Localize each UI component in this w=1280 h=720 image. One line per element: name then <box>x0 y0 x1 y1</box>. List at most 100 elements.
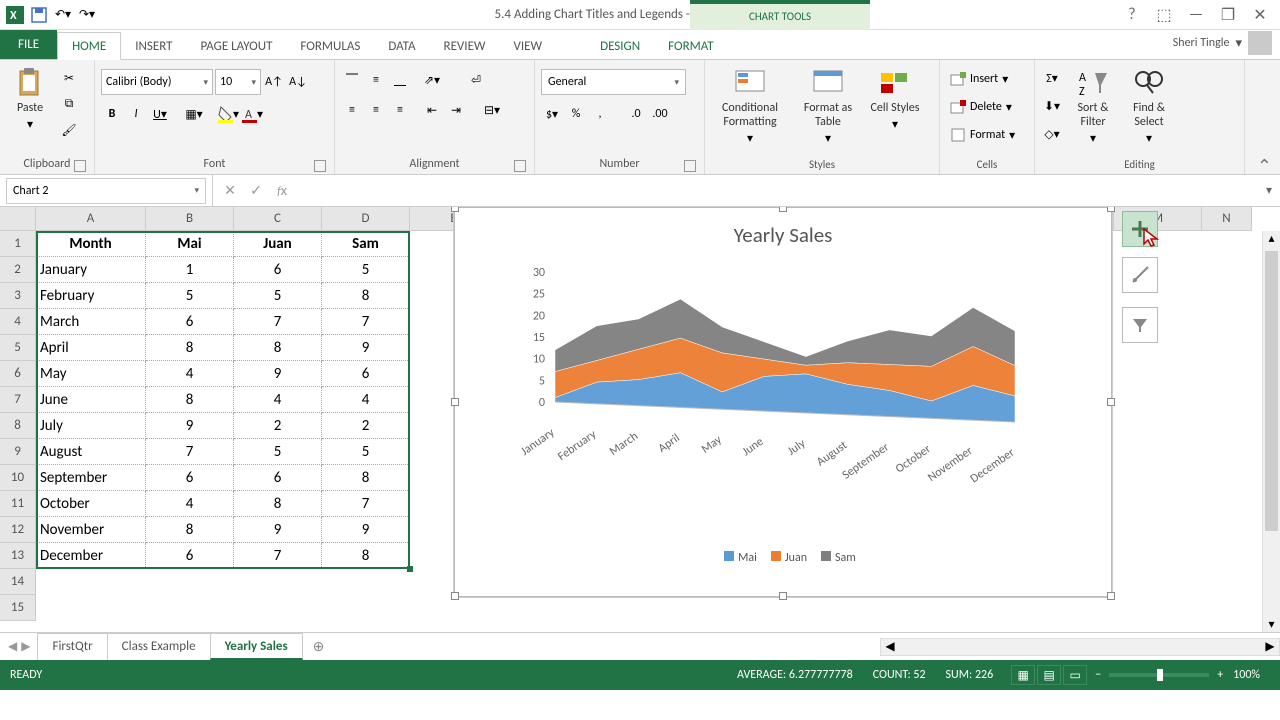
cell[interactable]: April <box>36 335 146 361</box>
chart-handle[interactable] <box>1107 207 1115 212</box>
fx-icon[interactable]: fx <box>273 182 291 199</box>
cell[interactable]: 8 <box>146 387 234 413</box>
shrink-font-icon[interactable]: A↓ <box>287 71 309 93</box>
tab-home[interactable]: HOME <box>57 32 121 60</box>
cell[interactable]: November <box>36 517 146 543</box>
cell[interactable]: 7 <box>322 309 410 335</box>
column-header[interactable]: B <box>146 207 234 231</box>
fill-icon[interactable]: ⬇▾ <box>1041 95 1063 117</box>
increase-decimal-icon[interactable]: .0 <box>625 103 647 125</box>
cell[interactable]: 8 <box>234 335 322 361</box>
cell[interactable]: September <box>36 465 146 491</box>
row-header[interactable]: 2 <box>0 257 36 283</box>
align-dialog-launcher[interactable] <box>514 160 526 172</box>
cell[interactable]: Sam <box>322 231 410 257</box>
tab-insert[interactable]: INSERT <box>121 33 186 59</box>
vertical-scrollbar[interactable]: ▴ ▾ <box>1262 231 1280 632</box>
chart-handle[interactable] <box>451 207 459 212</box>
chart-elements-button[interactable] <box>1122 211 1158 247</box>
row-header[interactable]: 15 <box>0 595 36 621</box>
chart-handle[interactable] <box>1107 592 1115 600</box>
decrease-indent-icon[interactable]: ⇤ <box>421 99 443 121</box>
chart-handle[interactable] <box>779 207 787 212</box>
conditional-formatting-button[interactable]: Conditional Formatting▾ <box>711 63 789 146</box>
font-color-button[interactable]: A▾ <box>241 103 263 125</box>
cell[interactable]: 5 <box>234 439 322 465</box>
copy-icon[interactable]: ⧉ <box>58 93 80 115</box>
increase-indent-icon[interactable]: ⇥ <box>445 99 467 121</box>
comma-format-icon[interactable]: , <box>589 103 611 125</box>
align-center-icon[interactable]: ≡ <box>365 99 387 121</box>
chart-handle[interactable] <box>451 592 459 600</box>
fill-color-button[interactable]: ▾ <box>217 103 239 125</box>
cell[interactable]: 7 <box>322 491 410 517</box>
cell[interactable]: February <box>36 283 146 309</box>
cell[interactable]: 8 <box>146 517 234 543</box>
row-header[interactable]: 11 <box>0 491 36 517</box>
align-top-icon[interactable]: ⎺ <box>341 69 363 91</box>
font-size-selector[interactable]: 10 <box>215 69 261 95</box>
save-icon[interactable] <box>28 4 50 26</box>
cell[interactable]: 7 <box>234 543 322 569</box>
chart-filters-button[interactable] <box>1122 307 1158 343</box>
cell[interactable]: 7 <box>234 309 322 335</box>
horizontal-scrollbar[interactable]: ◀▶ <box>880 638 1280 656</box>
cancel-entry-icon[interactable]: ✕ <box>221 182 239 199</box>
cell[interactable]: 4 <box>234 387 322 413</box>
tab-formulas[interactable]: FORMULAS <box>286 33 374 59</box>
column-header[interactable]: D <box>322 207 410 231</box>
zoom-in-icon[interactable]: + <box>1217 668 1223 682</box>
cell[interactable]: October <box>36 491 146 517</box>
chart-legend[interactable]: MaiJuanSam <box>455 542 1111 571</box>
format-cells-button[interactable]: Format ▾ <box>946 123 1019 147</box>
tab-data[interactable]: DATA <box>374 33 429 59</box>
sheet-tab[interactable]: Class Example <box>107 633 211 660</box>
ribbon-collapse-icon[interactable]: ⌃ <box>1257 155 1272 177</box>
ribbon-display-icon[interactable]: ⬚ <box>1152 3 1176 27</box>
italic-button[interactable]: I <box>125 103 147 125</box>
chart-title[interactable]: Yearly Sales <box>455 208 1111 252</box>
row-header[interactable]: 10 <box>0 465 36 491</box>
cell[interactable]: 6 <box>234 465 322 491</box>
scrollbar-thumb[interactable] <box>1265 251 1278 531</box>
cell[interactable]: 5 <box>322 257 410 283</box>
legend-entry[interactable]: Sam <box>835 551 856 565</box>
bold-button[interactable]: B <box>101 103 123 125</box>
zoom-out-icon[interactable]: − <box>1095 668 1101 682</box>
wrap-text-icon[interactable]: ⏎ <box>465 69 487 91</box>
cell[interactable]: 4 <box>146 361 234 387</box>
cell[interactable]: 6 <box>322 361 410 387</box>
cell[interactable]: 9 <box>322 517 410 543</box>
row-header[interactable]: 7 <box>0 387 36 413</box>
cell[interactable]: August <box>36 439 146 465</box>
tab-page-layout[interactable]: PAGE LAYOUT <box>187 33 287 59</box>
cell[interactable]: 5 <box>234 283 322 309</box>
row-header[interactable]: 1 <box>0 231 36 257</box>
paste-button[interactable]: Paste▾ <box>6 63 54 132</box>
row-header[interactable]: 12 <box>0 517 36 543</box>
cell[interactable]: 8 <box>234 491 322 517</box>
cell[interactable]: 5 <box>146 283 234 309</box>
delete-cells-button[interactable]: Delete ▾ <box>946 95 1016 119</box>
chart-handle[interactable] <box>451 398 459 406</box>
undo-icon[interactable]: ↶▾ <box>52 4 74 26</box>
legend-entry[interactable]: Mai <box>738 551 757 565</box>
cell-styles-button[interactable]: Cell Styles▾ <box>867 63 923 132</box>
cell[interactable]: 9 <box>234 517 322 543</box>
cell[interactable]: 2 <box>322 413 410 439</box>
cell[interactable]: 9 <box>322 335 410 361</box>
enter-entry-icon[interactable]: ✓ <box>247 182 265 199</box>
tab-view[interactable]: VIEW <box>500 33 557 59</box>
autosum-icon[interactable]: Σ▾ <box>1041 67 1063 89</box>
row-header[interactable]: 3 <box>0 283 36 309</box>
font-dialog-launcher[interactable] <box>314 160 326 172</box>
cell[interactable]: Month <box>36 231 146 257</box>
cell[interactable]: January <box>36 257 146 283</box>
cell[interactable]: 9 <box>234 361 322 387</box>
align-right-icon[interactable]: ≡ <box>389 99 411 121</box>
redo-icon[interactable]: ↷▾ <box>76 4 98 26</box>
cell[interactable]: 1 <box>146 257 234 283</box>
row-header[interactable]: 6 <box>0 361 36 387</box>
align-left-icon[interactable]: ≡ <box>341 99 363 121</box>
fill-handle[interactable] <box>407 566 413 572</box>
